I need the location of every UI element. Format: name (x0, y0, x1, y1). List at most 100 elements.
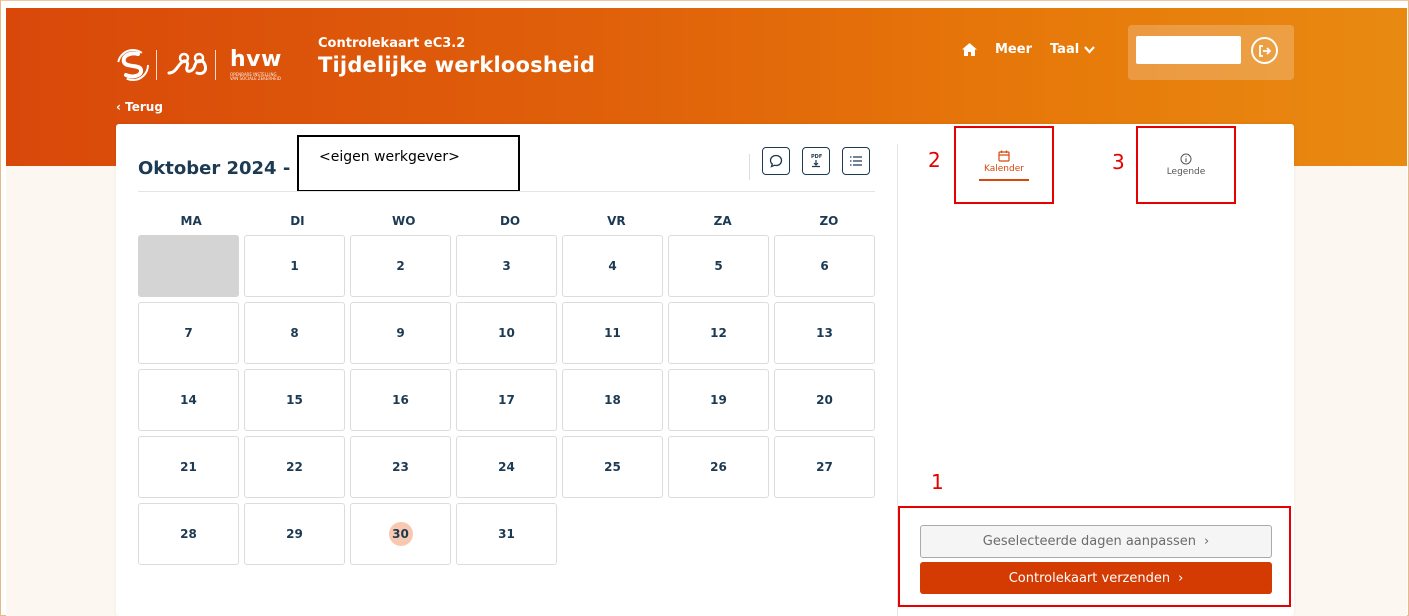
pdf-download-button[interactable]: PDF (802, 147, 830, 175)
calendar-day[interactable]: 28 (138, 503, 239, 565)
calendar-icon (998, 150, 1010, 162)
day-number: 14 (180, 393, 197, 407)
weekday-label: ZA (713, 214, 732, 228)
calendar-day[interactable]: 21 (138, 436, 239, 498)
calendar-day[interactable]: 2 (350, 235, 451, 297)
day-number: 13 (816, 326, 833, 340)
logo-divider (156, 50, 157, 80)
calendar-day[interactable]: 26 (668, 436, 769, 498)
chat-icon (769, 154, 783, 168)
day-number: 20 (816, 393, 833, 407)
app-subtitle: Controlekaart eC3.2 (318, 36, 466, 51)
figures-logo (167, 51, 209, 79)
day-number: 16 (392, 393, 409, 407)
tab-legende[interactable]: Legende (1136, 126, 1236, 204)
list-view-button[interactable] (842, 147, 870, 175)
employer-label: <eigen werkgever> (297, 135, 520, 192)
day-number: 10 (498, 326, 515, 340)
day-number: 22 (286, 460, 303, 474)
language-dropdown[interactable]: Taal (1049, 42, 1096, 57)
annotation-number-3: 3 (1112, 150, 1125, 174)
back-label: Terug (125, 100, 163, 114)
back-link[interactable]: ‹ Terug (116, 100, 163, 114)
svg-text:PDF: PDF (811, 154, 822, 160)
tab-legende-label: Legende (1166, 167, 1206, 177)
calendar-day[interactable]: 12 (668, 302, 769, 364)
day-number: 18 (604, 393, 621, 407)
calendar-day[interactable]: 19 (668, 369, 769, 431)
calendar-day[interactable]: 20 (774, 369, 875, 431)
tab-kalender-label: Kalender (984, 163, 1024, 174)
day-number: 12 (710, 326, 727, 340)
logo-divider (215, 50, 216, 80)
info-icon (1180, 153, 1192, 165)
annotation-number-1: 1 (931, 470, 944, 494)
day-number: 5 (714, 259, 723, 273)
login-input[interactable] (1136, 36, 1241, 64)
calendar-day[interactable]: 24 (456, 436, 557, 498)
calendar-day[interactable]: 4 (562, 235, 663, 297)
top-navigation: Meer Taal (962, 42, 1096, 57)
calendar-day[interactable]: 25 (562, 436, 663, 498)
main-card: Oktober 2024 - <eigen werkgever> PDF MA … (116, 124, 1294, 616)
rva-logo (116, 48, 150, 82)
day-number: 26 (710, 460, 727, 474)
weekday-header: MA DI WO DO VR ZA ZO (138, 214, 882, 228)
day-number: 21 (180, 460, 197, 474)
home-icon[interactable] (962, 43, 977, 56)
calendar-day[interactable]: 9 (350, 302, 451, 364)
today-marker: 30 (388, 522, 413, 546)
day-number: 1 (290, 259, 299, 273)
calendar-panel: Oktober 2024 - <eigen werkgever> PDF MA … (116, 124, 897, 616)
day-number: 9 (396, 326, 405, 340)
day-number: 2 (396, 259, 405, 273)
calendar-day[interactable]: 7 (138, 302, 239, 364)
day-number: 19 (710, 393, 727, 407)
list-icon (850, 156, 862, 166)
calendar-day[interactable]: 10 (456, 302, 557, 364)
pdf-download-icon: PDF (811, 154, 822, 168)
calendar-day[interactable]: 29 (244, 503, 345, 565)
calendar-day[interactable]: 1 (244, 235, 345, 297)
chevron-right-icon: › (1204, 534, 1210, 549)
day-number: 4 (608, 259, 617, 273)
weekday-label: DI (290, 214, 305, 228)
day-number: 28 (180, 527, 197, 541)
logout-button[interactable] (1251, 37, 1278, 64)
active-tab-indicator (979, 178, 1029, 181)
calendar-day[interactable]: 23 (350, 436, 451, 498)
day-number: 3 (502, 259, 511, 273)
calendar-day-today[interactable]: 30 (350, 503, 451, 565)
calendar-day[interactable]: 15 (244, 369, 345, 431)
chevron-down-icon (1084, 45, 1096, 54)
calendar-day[interactable]: 13 (774, 302, 875, 364)
comment-button[interactable] (762, 147, 790, 175)
send-control-card-button[interactable]: Controlekaart verzenden › (920, 562, 1272, 594)
calendar-day[interactable]: 3 (456, 235, 557, 297)
calendar-day[interactable]: 16 (350, 369, 451, 431)
calendar-day[interactable]: 8 (244, 302, 345, 364)
adjust-selected-days-button[interactable]: Geselecteerde dagen aanpassen › (920, 525, 1272, 558)
header-divider (138, 191, 875, 192)
send-button-label: Controlekaart verzenden (1008, 570, 1171, 586)
calendar-day[interactable]: 31 (456, 503, 557, 565)
calendar-day[interactable]: 5 (668, 235, 769, 297)
weekday-label: DO (499, 214, 521, 228)
calendar-day[interactable]: 6 (774, 235, 875, 297)
toolbar-divider (749, 154, 750, 180)
language-label: Taal (1049, 42, 1080, 57)
hvw-logo-text: hvw (230, 47, 282, 72)
hvw-logo-subtext: OPENBARE INSTELLING VAN SOCIALE ZEKERHEI… (230, 72, 281, 81)
nav-meer-link[interactable]: Meer (995, 42, 1032, 57)
calendar-day[interactable]: 22 (244, 436, 345, 498)
app-title-block: Controlekaart eC3.2 Tijdelijke werkloosh… (318, 36, 595, 77)
calendar-day[interactable]: 11 (562, 302, 663, 364)
logo-group[interactable]: hvw OPENBARE INSTELLING VAN SOCIALE ZEKE… (116, 45, 284, 85)
calendar-day[interactable]: 18 (562, 369, 663, 431)
calendar-day[interactable]: 27 (774, 436, 875, 498)
calendar-day[interactable]: 17 (456, 369, 557, 431)
day-number: 6 (820, 259, 829, 273)
tab-kalender[interactable]: Kalender (954, 126, 1054, 204)
calendar-day[interactable]: 14 (138, 369, 239, 431)
day-number: 8 (290, 326, 299, 340)
